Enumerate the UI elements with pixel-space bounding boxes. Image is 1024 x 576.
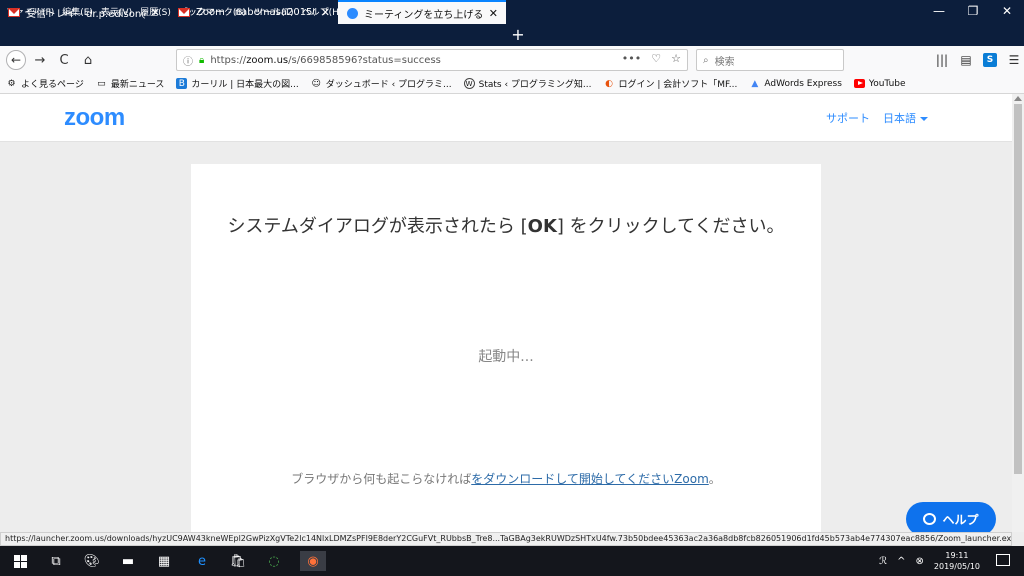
tab-gmail-inbox[interactable]: 受信トレイ - dr.p.edison@gmail. ✕ [0, 0, 168, 24]
close-window-button[interactable]: ✕ [990, 0, 1024, 22]
new-tab-button[interactable]: + [508, 22, 528, 46]
close-tab-icon[interactable]: ✕ [489, 7, 498, 20]
bookmark-mf-login[interactable]: ◐ ログイン | 会計ソフト「MF... [604, 77, 737, 91]
extension-s-icon[interactable]: S [980, 50, 1000, 70]
info-icon[interactable]: ⓘ [183, 53, 193, 68]
launch-card: システムダイアログが表示されたら [OK] をクリックしてください。 起動中..… [191, 164, 821, 532]
firefox-icon[interactable]: ◉ [300, 551, 326, 571]
bookmark-most-visited[interactable]: ⚙ よく見るページ [6, 77, 83, 91]
scroll-thumb[interactable] [1014, 104, 1022, 474]
bookmark-adwords[interactable]: ▲ AdWords Express [749, 78, 842, 89]
gmail-icon [8, 6, 20, 18]
show-hidden-icons-icon[interactable]: ^ [897, 556, 905, 567]
loading-app-icon[interactable]: ◌ [264, 551, 284, 571]
toolbar-icons: ||| ▤ S ☰ [932, 50, 1024, 70]
download-link[interactable]: をダウンロードして [471, 472, 579, 486]
system-tray: ℛ ^ ⊗ 19:11 2019/05/10 [879, 550, 980, 572]
start-zoom-link[interactable]: 開始してくださいZoom [579, 472, 709, 486]
notification-center-icon[interactable] [996, 554, 1010, 566]
calil-icon: B [176, 78, 188, 89]
library-icon[interactable]: ||| [932, 50, 952, 70]
tab-gmail-zoom[interactable]: Zoom - nabemasa2015@gmail. ✕ [170, 0, 338, 24]
chat-bubble-icon [923, 513, 937, 525]
file-explorer-icon[interactable]: ▬ [118, 551, 138, 571]
bookmarks-toolbar: ⚙ よく見るページ ▭ 最新ニュース B カーリル | 日本最大の図... ☺ ダッシュ… [0, 74, 1024, 94]
bookmark-calil[interactable]: B カーリル | 日本最大の図... [176, 77, 299, 90]
bookmark-dashboard[interactable]: ☺ ダッシュボード ‹ プログラミ... [311, 77, 452, 91]
url-actions: ••• ♡ ☆ [622, 52, 681, 65]
scroll-up-icon[interactable] [1014, 96, 1022, 101]
url-text: https://zoom.us/s/669858596?status=succe… [210, 54, 441, 66]
search-placeholder: 検索 [714, 56, 735, 68]
bookmark-stats[interactable]: W Stats ‹ プログラミング知... [463, 77, 592, 90]
menu-hamburger-icon[interactable]: ☰ [1004, 50, 1024, 70]
youtube-icon [853, 78, 865, 89]
volume-muted-icon[interactable]: ⊗ [916, 556, 924, 567]
zoom-page-header: zoom サポート 日本語 [0, 94, 1012, 142]
home-button[interactable]: ⌂ [78, 50, 98, 70]
help-button[interactable]: ヘルプ [906, 502, 996, 536]
people-icon[interactable]: ℛ [879, 556, 887, 567]
tab-label: Zoom - nabemasa2015@gmail. [196, 6, 315, 18]
bookmark-youtube[interactable]: YouTube [853, 78, 906, 89]
forward-button[interactable]: → [30, 50, 50, 70]
minimize-button[interactable]: — [922, 0, 956, 22]
task-view-icon[interactable]: ⧉ [46, 551, 66, 571]
navigation-bar: ← → C ⌂ ⓘ 🔒︎ https://zoom.us/s/669858596… [0, 46, 1024, 74]
lock-icon: 🔒︎ [199, 54, 205, 66]
url-bar[interactable]: ⓘ 🔒︎ https://zoom.us/s/669858596?status=… [176, 49, 688, 71]
edge-browser-icon[interactable]: e [192, 551, 212, 571]
store-app-icon[interactable]: 🛍︎ [228, 551, 248, 571]
bookmark-latest-news[interactable]: ▭ 最新ニュース [96, 77, 164, 91]
reload-button[interactable]: C [54, 50, 74, 70]
system-clock[interactable]: 19:11 2019/05/10 [934, 550, 980, 572]
gmail-icon [178, 6, 190, 18]
page-actions-icon[interactable]: ••• [622, 52, 641, 65]
wordpress-icon: W [463, 78, 475, 89]
windows-taskbar: ⧉ 🎨︎ ▬ ▦ e 🛍︎ ◌ ◉ ℛ ^ ⊗ 19:11 2019/05/10 [0, 546, 1024, 576]
tab-zoom-meeting[interactable]: ミーティングを立ち上げる - Zoom ✕ [338, 0, 506, 24]
window-controls: — ❐ ✕ [922, 0, 1024, 22]
sidebar-icon[interactable]: ▤ [956, 50, 976, 70]
search-input[interactable]: ⌕ 検索 [696, 49, 844, 71]
tab-label: ミーティングを立ち上げる - Zoom [364, 9, 483, 21]
page-scrollbar[interactable] [1012, 94, 1024, 532]
close-tab-icon[interactable]: ✕ [151, 6, 160, 19]
zoom-favicon-icon [346, 7, 358, 19]
language-dropdown[interactable]: 日本語 [883, 110, 928, 126]
launching-status: 起動中... [478, 349, 534, 365]
zoom-logo[interactable]: zoom [64, 104, 125, 132]
gear-icon: ⚙ [7, 78, 16, 89]
bookmark-star-icon[interactable]: ☆ [671, 52, 681, 65]
close-tab-icon[interactable]: ✕ [321, 6, 330, 19]
search-icon: ⌕ [703, 54, 709, 66]
avatar-icon: ☺ [311, 78, 321, 89]
tab-label: 受信トレイ - dr.p.edison@gmail. [26, 8, 145, 20]
support-link[interactable]: サポート [826, 110, 870, 126]
mf-icon: ◐ [605, 78, 613, 89]
paint-app-icon[interactable]: 🎨︎ [82, 551, 102, 571]
status-bar-url: https://launcher.zoom.us/downloads/hyzUC… [0, 532, 1012, 546]
calculator-app-icon[interactable]: ▦ [154, 551, 174, 571]
caret-down-icon [920, 117, 928, 121]
instruction-heading: システムダイアログが表示されたら [OK] をクリックしてください。 [227, 216, 785, 237]
adwords-icon: ▲ [751, 78, 759, 89]
pocket-icon[interactable]: ♡ [651, 52, 661, 65]
download-hint: ブラウザから何も起こらなければをダウンロードして開始してくださいZoom。 [291, 472, 721, 486]
restore-button[interactable]: ❐ [956, 0, 990, 22]
windows-start-icon[interactable] [10, 551, 30, 571]
back-button[interactable]: ← [6, 50, 26, 70]
folder-icon: ▭ [97, 78, 106, 89]
